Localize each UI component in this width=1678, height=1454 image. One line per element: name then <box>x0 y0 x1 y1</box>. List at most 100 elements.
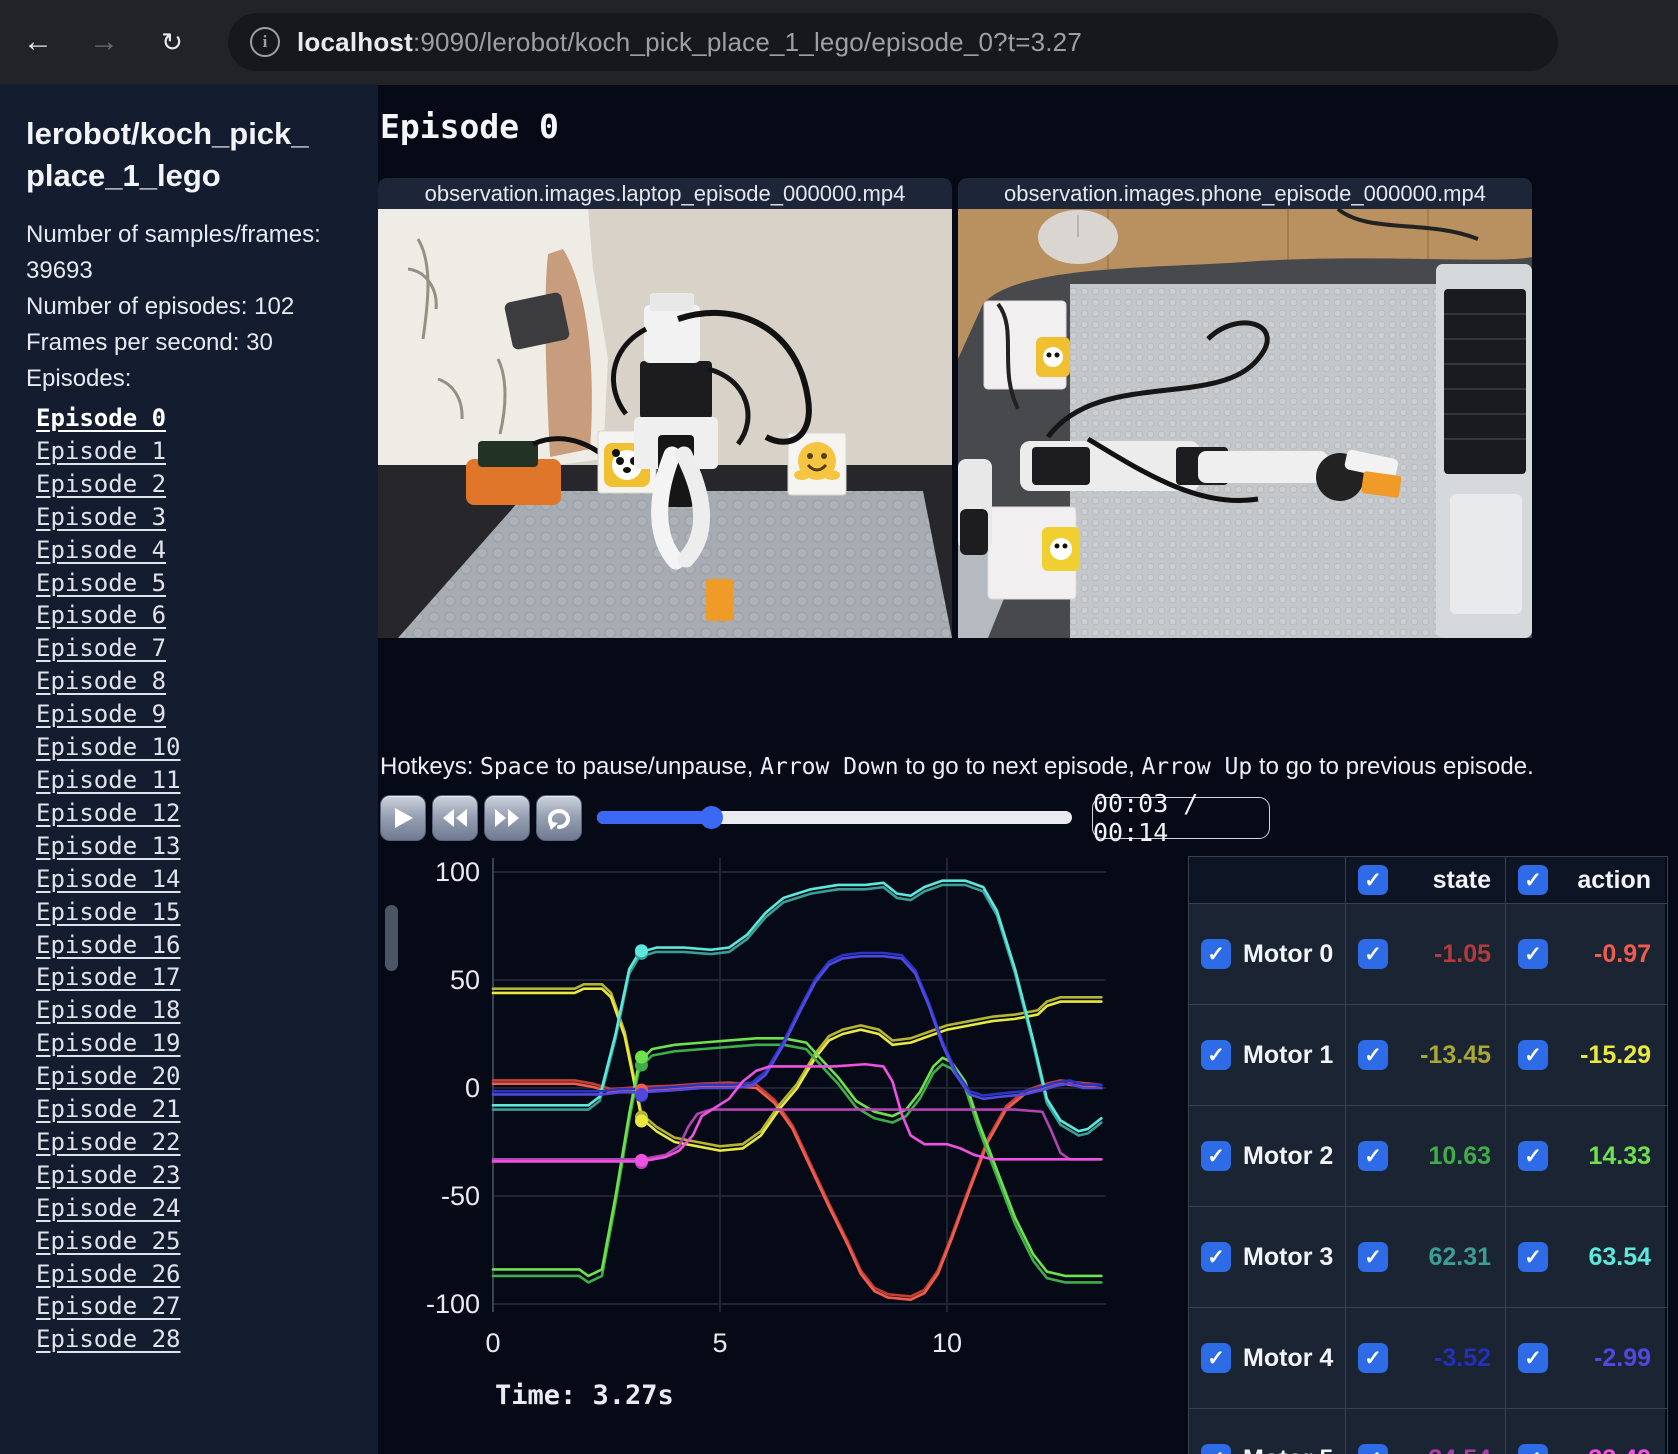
motor-table: ✓ state ✓ action ✓ Motor 0 ✓ -1.05 ✓ -0.97 ✓ Motor … <box>1188 856 1668 1454</box>
episode-link[interactable]: Episode 17 <box>36 961 356 994</box>
episode-link[interactable]: Episode 24 <box>36 1192 356 1225</box>
motor-action-value: 63.54 <box>1588 1242 1651 1271</box>
episode-link[interactable]: Episode 15 <box>36 896 356 929</box>
svg-text:10: 10 <box>932 1328 962 1358</box>
episode-link[interactable]: Episode 23 <box>36 1159 356 1192</box>
chart-time-label: Time: 3.27s <box>495 1380 674 1411</box>
episode-link[interactable]: Episode 28 <box>36 1323 356 1356</box>
dataset-info: Number of samples/frames: 39693 Number o… <box>26 217 346 397</box>
episode-link[interactable]: Episode 11 <box>36 764 356 797</box>
motor-chart[interactable]: 100 50 0 -50 -100 0 5 10 <box>392 800 1112 1400</box>
video-panel-phone[interactable]: observation.images.phone_episode_000000.… <box>958 178 1532 638</box>
checkbox[interactable]: ✓ <box>1201 1141 1231 1171</box>
checkbox[interactable]: ✓ <box>1358 1444 1388 1454</box>
episode-link[interactable]: Episode 13 <box>36 830 356 863</box>
motor-name: Motor 4 <box>1243 1343 1334 1372</box>
episode-link[interactable]: Episode 20 <box>36 1060 356 1093</box>
episode-link[interactable]: Episode 2 <box>36 468 356 501</box>
checkbox[interactable]: ✓ <box>1201 1343 1231 1373</box>
motor-name: Motor 3 <box>1243 1242 1334 1271</box>
hotkeys-segment: Hotkeys: <box>380 753 481 780</box>
back-icon[interactable]: ← <box>14 18 62 66</box>
episode-link[interactable]: Episode 10 <box>36 731 356 764</box>
episode-link[interactable]: Episode 12 <box>36 797 356 830</box>
motor-state-value: 10.63 <box>1428 1141 1491 1170</box>
checkbox[interactable]: ✓ <box>1518 939 1548 969</box>
episode-link[interactable]: Episode 22 <box>36 1126 356 1159</box>
motor-state-cell: ✓ 62.31 <box>1345 1207 1505 1307</box>
episode-link[interactable]: Episode 7 <box>36 632 356 665</box>
hotkeys-segment: Space <box>480 754 550 780</box>
forward-icon[interactable]: → <box>80 18 128 66</box>
checkbox[interactable]: ✓ <box>1358 939 1388 969</box>
checkbox[interactable]: ✓ <box>1518 1343 1548 1373</box>
checkbox[interactable]: ✓ <box>1518 1040 1548 1070</box>
checkbox[interactable]: ✓ <box>1201 1242 1231 1272</box>
url-bar[interactable]: i localhost:9090/lerobot/koch_pick_place… <box>228 13 1558 71</box>
checkbox[interactable]: ✓ <box>1201 939 1231 969</box>
motor-action-cell: ✓ 63.54 <box>1505 1207 1665 1307</box>
info-samples: Number of samples/frames: 39693 <box>26 221 321 284</box>
episode-link[interactable]: Episode 0 <box>36 402 356 435</box>
episode-link[interactable]: Episode 4 <box>36 534 356 567</box>
checkbox[interactable]: ✓ <box>1201 1444 1231 1454</box>
reload-icon[interactable]: ↻ <box>148 18 196 66</box>
episode-link[interactable]: Episode 19 <box>36 1027 356 1060</box>
episode-link[interactable]: Episode 14 <box>36 863 356 896</box>
motor-action-cell: ✓ -33.49 <box>1505 1409 1665 1454</box>
episode-link[interactable]: Episode 8 <box>36 665 356 698</box>
motor-row: ✓ Motor 3 ✓ 62.31 ✓ 63.54 <box>1189 1206 1667 1307</box>
hotkeys-help: Hotkeys: Space to pause/unpause, Arrow D… <box>380 753 1534 781</box>
checkbox[interactable]: ✓ <box>1358 1242 1388 1272</box>
main-content: Episode 0 observation.images.laptop_epis… <box>378 85 1678 1454</box>
motor-action-cell: ✓ -0.97 <box>1505 904 1665 1004</box>
video-panel-laptop[interactable]: observation.images.laptop_episode_000000… <box>378 178 952 638</box>
url-path: :9090/lerobot/koch_pick_place_1_lego/epi… <box>412 26 1083 57</box>
episode-link[interactable]: Episode 16 <box>36 929 356 962</box>
video-caption-laptop: observation.images.laptop_episode_000000… <box>378 178 952 209</box>
checkbox[interactable]: ✓ <box>1358 1141 1388 1171</box>
motor-row: ✓ Motor 4 ✓ -3.52 ✓ -2.99 <box>1189 1307 1667 1408</box>
table-header-row: ✓ state ✓ action <box>1189 857 1667 903</box>
browser-toolbar: ← → ↻ i localhost:9090/lerobot/koch_pick… <box>0 0 1678 85</box>
checkbox[interactable]: ✓ <box>1358 1040 1388 1070</box>
episode-link[interactable]: Episode 3 <box>36 501 356 534</box>
checkbox[interactable]: ✓ <box>1518 1444 1548 1454</box>
hotkeys-segment: to go to previous episode. <box>1252 753 1534 780</box>
page-title: Episode 0 <box>380 107 559 146</box>
episode-link[interactable]: Episode 9 <box>36 698 356 731</box>
motor-state-cell: ✓ -3.52 <box>1345 1308 1505 1408</box>
motor-row: ✓ Motor 5 ✓ -34.54 ✓ -33.49 <box>1189 1408 1667 1454</box>
episode-link[interactable]: Episode 27 <box>36 1290 356 1323</box>
checkbox[interactable]: ✓ <box>1358 1343 1388 1373</box>
url-text[interactable]: localhost:9090/lerobot/koch_pick_place_1… <box>297 27 1082 58</box>
video-caption-phone: observation.images.phone_episode_000000.… <box>958 178 1532 209</box>
motor-state-cell: ✓ -13.45 <box>1345 1005 1505 1105</box>
episode-link[interactable]: Episode 21 <box>36 1093 356 1126</box>
checkbox[interactable]: ✓ <box>1518 1141 1548 1171</box>
motor-action-value: -2.99 <box>1594 1343 1651 1372</box>
episodes-label: Episodes: <box>26 365 132 392</box>
laptop-camera-frame <box>378 209 952 638</box>
episode-link[interactable]: Episode 25 <box>36 1225 356 1258</box>
checkbox[interactable]: ✓ <box>1518 1242 1548 1272</box>
motor-name: Motor 1 <box>1243 1040 1334 1069</box>
hotkeys-segment: to go to next episode, <box>898 753 1142 780</box>
motor-action-value: -33.49 <box>1580 1445 1665 1454</box>
motor-action-value: 14.33 <box>1588 1141 1651 1170</box>
info-episodes-count: Number of episodes: 102 <box>26 293 295 320</box>
time-display: 00:03 / 00:14 <box>1092 789 1270 847</box>
episode-link[interactable]: Episode 26 <box>36 1258 356 1291</box>
episode-link[interactable]: Episode 6 <box>36 599 356 632</box>
episode-link[interactable]: Episode 1 <box>36 435 356 468</box>
action-header-cell: ✓ action <box>1505 857 1665 903</box>
hotkeys-segment: Arrow Up <box>1141 754 1253 780</box>
episode-link[interactable]: Episode 5 <box>36 567 356 600</box>
motor-state-value: -13.45 <box>1420 1040 1491 1069</box>
checkbox[interactable]: ✓ <box>1358 865 1388 895</box>
motor-action-cell: ✓ -2.99 <box>1505 1308 1665 1408</box>
checkbox[interactable]: ✓ <box>1518 865 1548 895</box>
checkbox[interactable]: ✓ <box>1201 1040 1231 1070</box>
site-info-icon[interactable]: i <box>250 27 280 57</box>
episode-link[interactable]: Episode 18 <box>36 994 356 1027</box>
